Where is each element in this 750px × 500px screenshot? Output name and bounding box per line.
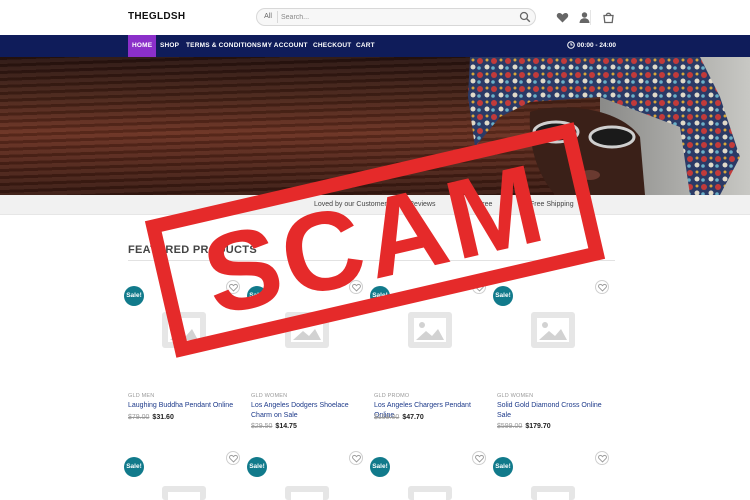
wishlist-button[interactable] [472, 451, 486, 465]
product-category[interactable]: GLD MEN [128, 393, 154, 399]
image-placeholder-icon[interactable] [283, 484, 331, 500]
wishlist-button[interactable] [595, 280, 609, 294]
product-price: $599.00 $179.70 [497, 423, 551, 430]
product-price: $159.00 $47.70 [374, 414, 424, 421]
search-bar: All [256, 8, 536, 26]
clock-icon [567, 41, 575, 49]
heart-icon [229, 454, 238, 463]
nav-item-terms[interactable]: TERMS & CONDITIONS [186, 35, 261, 57]
product-name[interactable]: Laughing Buddha Pendant Online [128, 401, 240, 411]
search-category-select[interactable]: All [259, 11, 278, 23]
sale-badge: Sale! [124, 286, 144, 306]
product-card[interactable]: Sale! [370, 451, 486, 500]
sale-badge: Sale! [124, 457, 144, 477]
image-placeholder-icon[interactable] [406, 484, 454, 500]
nav-item-my-account[interactable]: MY ACCOUNT [262, 35, 308, 57]
original-price: $79.00 [128, 414, 150, 421]
heart-icon [475, 454, 484, 463]
sale-badge: Sale! [493, 457, 513, 477]
sale-badge: Sale! [493, 286, 513, 306]
sale-price: $47.70 [402, 414, 424, 421]
product-card[interactable]: Sale! GLD WOMEN Solid Gold Diamond Cross… [493, 280, 609, 430]
wishlist-button[interactable] [595, 451, 609, 465]
opening-hours-text: 00:00 - 24:00 [577, 42, 617, 49]
product-price: $29.50 $14.75 [251, 423, 297, 430]
heart-icon [352, 454, 361, 463]
search-icon[interactable] [519, 11, 531, 23]
site-logo[interactable]: THEGLDSH [128, 11, 185, 22]
product-card[interactable]: Sale! [247, 451, 363, 500]
nav-item-shop[interactable]: SHOP [160, 35, 179, 57]
image-placeholder-icon[interactable] [406, 310, 454, 350]
heart-icon [598, 454, 607, 463]
sale-price: $179.70 [525, 423, 551, 430]
image-placeholder-icon[interactable] [160, 484, 208, 500]
cart-icon[interactable] [602, 11, 615, 24]
opening-hours: 00:00 - 24:00 [567, 35, 616, 57]
sale-badge: Sale! [370, 457, 390, 477]
sale-badge: Sale! [247, 457, 267, 477]
product-name[interactable]: Solid Gold Diamond Cross Online Sale [497, 401, 609, 421]
product-category[interactable]: GLD PROMO [374, 393, 409, 399]
main-navigation: HOME SHOP TERMS & CONDITIONS MY ACCOUNT … [0, 35, 750, 57]
image-placeholder-icon[interactable] [529, 484, 577, 500]
heart-icon[interactable] [556, 11, 569, 24]
wishlist-button[interactable] [226, 451, 240, 465]
user-icon[interactable] [578, 11, 591, 24]
product-card[interactable]: Sale! [493, 451, 609, 500]
nav-item-cart[interactable]: CART [356, 35, 375, 57]
sale-price: $14.75 [275, 423, 297, 430]
search-input[interactable] [281, 10, 509, 24]
site-header: THEGLDSH All [0, 0, 750, 35]
product-category[interactable]: GLD WOMEN [497, 393, 533, 399]
wishlist-button[interactable] [349, 451, 363, 465]
product-category[interactable]: GLD WOMEN [251, 393, 287, 399]
sale-price: $31.60 [152, 414, 174, 421]
original-price: $599.00 [497, 423, 523, 430]
original-price: $159.00 [374, 414, 400, 421]
original-price: $29.50 [251, 423, 273, 430]
nav-item-home[interactable]: HOME [128, 35, 157, 57]
product-price: $79.00 $31.60 [128, 414, 174, 421]
nav-item-checkout[interactable]: CHECKOUT [313, 35, 351, 57]
product-card[interactable]: Sale! [124, 451, 240, 500]
product-name[interactable]: Los Angeles Dodgers Shoelace Charm on Sa… [251, 401, 363, 421]
heart-icon [598, 283, 607, 292]
image-placeholder-icon[interactable] [529, 310, 577, 350]
